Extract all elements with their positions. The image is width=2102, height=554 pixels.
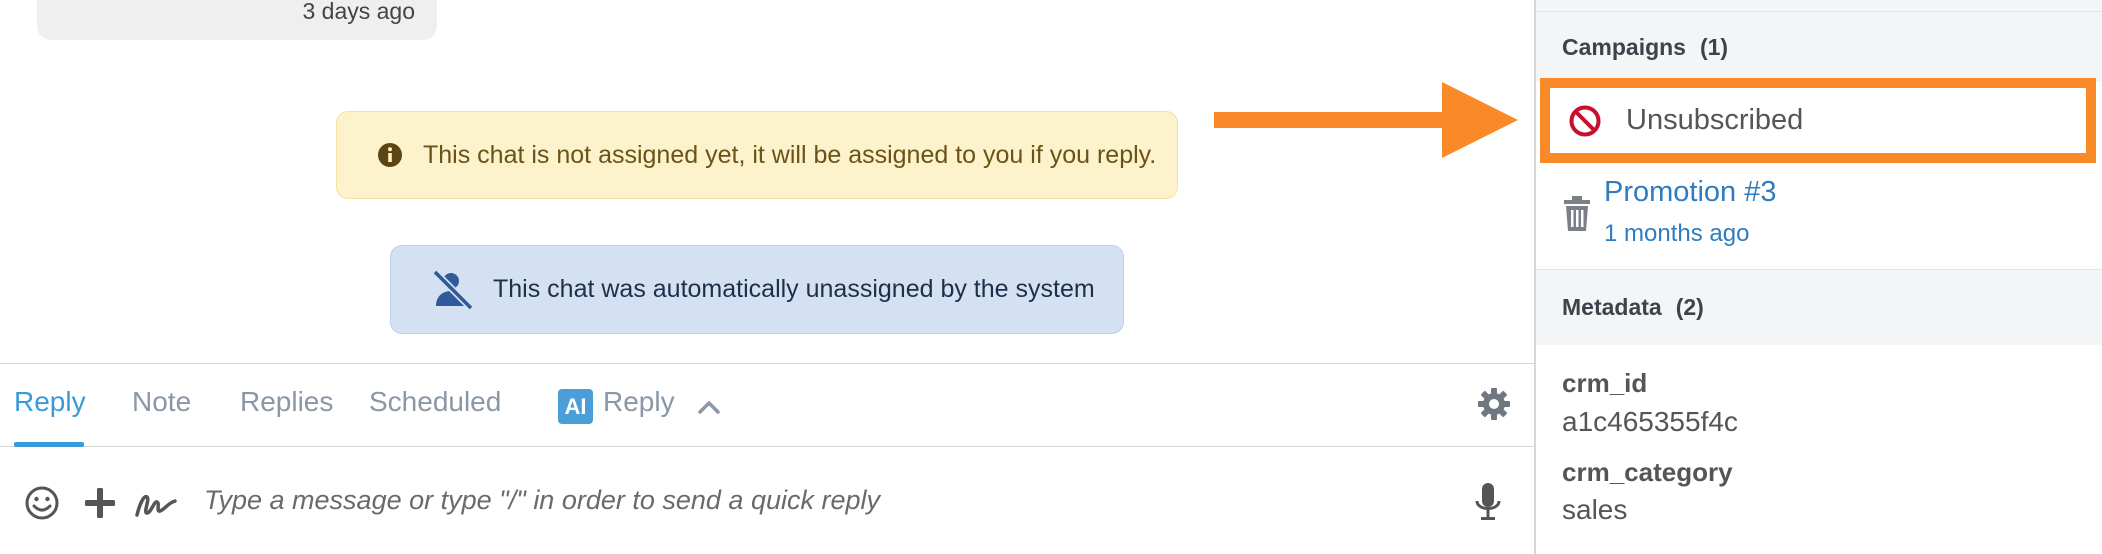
info-notice-text: This chat was automatically unassigned b…: [493, 275, 1095, 303]
metadata-value: sales: [1562, 494, 1628, 525]
contact-sidebar: Campaigns (1) Unsubscribed Promotion #3 …: [1534, 0, 2102, 554]
emoji-icon[interactable]: [24, 485, 60, 521]
metadata-count: (2): [1675, 294, 1704, 320]
metadata-key: crm_id: [1562, 368, 1648, 398]
trash-icon[interactable]: [1562, 196, 1592, 232]
message-input[interactable]: [204, 479, 1404, 521]
annotation-arrow-head: [1442, 82, 1518, 158]
campaigns-count: (1): [1699, 33, 1729, 60]
campaign-name-link[interactable]: Promotion #3: [1604, 176, 1777, 209]
composer-tabs: Reply Note Replies Scheduled AI Reply: [0, 363, 1534, 447]
metadata-value: a1c465355f4c: [1562, 406, 1738, 437]
chevron-up-icon[interactable]: [696, 394, 722, 420]
metadata-key: crm_category: [1562, 457, 1733, 487]
gear-icon[interactable]: [1476, 386, 1512, 422]
warning-notice-text: This chat is not assigned yet, it will b…: [423, 140, 1157, 169]
message-composer: [0, 447, 1534, 554]
tab-note[interactable]: Note: [132, 386, 191, 418]
auto-unassigned-notice: This chat was automatically unassigned b…: [390, 245, 1124, 334]
unassigned-warning-notice: This chat is not assigned yet, it will b…: [336, 111, 1178, 199]
annotation-arrow-shaft: [1214, 112, 1446, 128]
unsubscribed-label: Unsubscribed: [1626, 104, 1804, 136]
tab-ai-reply[interactable]: Reply: [603, 386, 675, 418]
chat-area: 3 days ago This chat is not assigned yet…: [0, 0, 1534, 363]
campaigns-title: Campaigns: [1562, 33, 1686, 60]
tab-replies[interactable]: Replies: [240, 386, 333, 418]
ai-badge[interactable]: AI: [558, 389, 593, 424]
campaign-time: 1 months ago: [1604, 220, 1750, 247]
tab-reply[interactable]: Reply: [14, 386, 86, 418]
unsubscribe-icon: [1568, 104, 1602, 138]
campaigns-section-header: Campaigns (1): [1536, 12, 2102, 82]
message-timestamp: 3 days ago: [302, 0, 415, 24]
campaign-item: Promotion #3 1 months ago: [1562, 174, 2082, 254]
signature-icon[interactable]: [134, 485, 178, 521]
info-icon: [377, 142, 403, 168]
metadata-title: Metadata: [1562, 294, 1662, 320]
microphone-icon[interactable]: [1474, 481, 1502, 523]
tab-scheduled[interactable]: Scheduled: [369, 386, 501, 418]
plus-icon[interactable]: [82, 485, 118, 521]
metadata-section-header: Metadata (2): [1536, 269, 2102, 345]
unsubscribed-status: Unsubscribed: [1540, 78, 2096, 163]
message-bubble: 3 days ago: [37, 0, 437, 40]
sidebar-top-band: [1536, 0, 2102, 12]
unassigned-user-icon: [431, 269, 475, 310]
